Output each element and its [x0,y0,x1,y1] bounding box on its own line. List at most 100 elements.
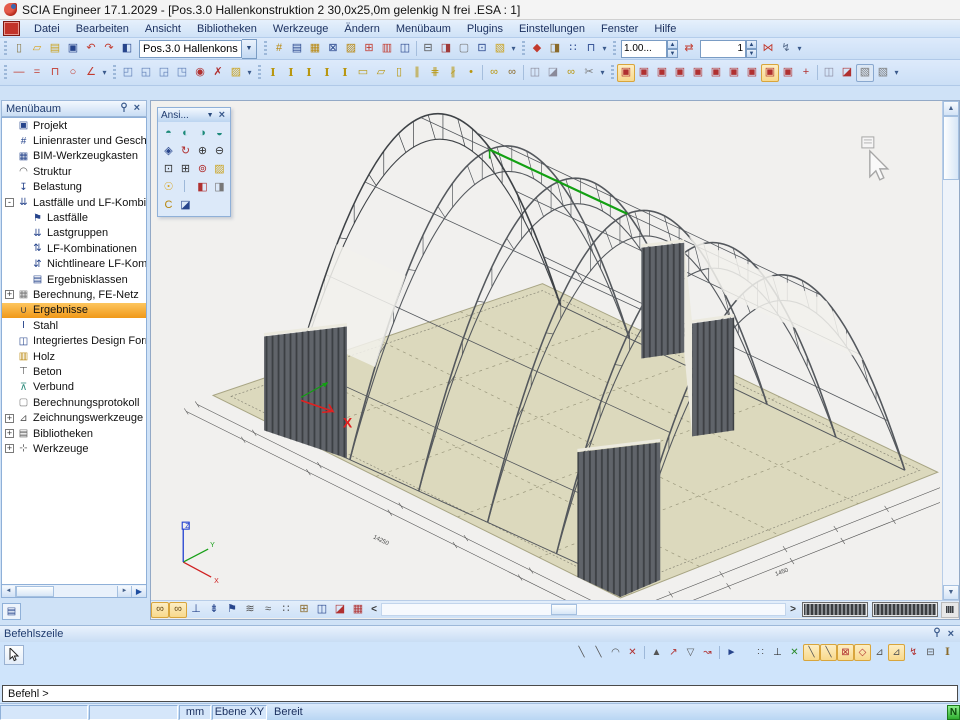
draw-circle-icon[interactable]: ○ [64,64,82,82]
tree-item-bibliotheken[interactable]: + ▤ Bibliotheken [2,426,146,441]
active-project-value[interactable]: Pos.3.0 Hallenkons [139,40,242,58]
gallery-icon[interactable]: ▧ [491,40,509,58]
tree-item-lf-kombinationen[interactable]: ⇅ LF-Kombinationen [2,241,146,256]
snap-dimension-icon[interactable]: ⊟ [922,644,939,661]
save-icon[interactable]: ▣ [64,40,82,58]
snap-tangent-icon[interactable]: ⊿ [871,644,888,661]
scroll-down-icon[interactable]: ▼ [943,585,959,600]
member-node-icon[interactable]: • [462,64,480,82]
cursor-select-icon[interactable]: ▽ [682,644,699,661]
select-nodes-icon[interactable]: ▣ [617,64,635,82]
toolbar-grip[interactable] [611,65,614,80]
fast-rendering-icon[interactable]: ∞ [151,602,169,618]
view-folder-icon[interactable]: ◪ [838,64,856,82]
ansicht-toolbar-header[interactable]: Ansi... ▼ × [158,108,230,122]
tree-item-ergebnisklassen[interactable]: ▤ Ergebnisklassen [2,272,146,287]
document-window-icon[interactable] [3,21,20,36]
minimized-window-bar[interactable] [872,602,938,617]
tree-item-linienraster[interactable]: # Linienraster und Geschos [2,133,146,148]
toolbar-grip[interactable] [613,41,616,56]
show-node-labels-icon[interactable]: ≈ [259,602,277,618]
scroll-right-icon[interactable]: ► [117,586,131,597]
scrollbar-thumb[interactable] [943,116,959,180]
select-by-layer-icon[interactable]: ▣ [725,64,743,82]
trim-icon[interactable]: ✂ [580,64,598,82]
model-canvas[interactable]: 14250 1450 [151,101,940,600]
snap-line-icon[interactable]: ╲ [573,644,590,661]
copy-properties-icon[interactable]: ◪ [544,64,562,82]
visibility-icon[interactable]: ◉ [191,64,209,82]
calculation-icon[interactable]: ⊞ [360,40,378,58]
toolbar-grip[interactable] [522,41,525,56]
tree-item-projekt[interactable]: ▣ Projekt [2,118,146,133]
binoculars-icon[interactable]: ∞ [485,64,503,82]
undo-icon[interactable]: ↶ [82,40,100,58]
cursor-point-icon[interactable]: ▲ [648,644,665,661]
view-back-icon[interactable]: ◒ [211,125,228,141]
select-labels-icon[interactable]: ▣ [689,64,707,82]
status-plane[interactable]: Ebene XY [212,705,267,720]
show-dot-grid-icon[interactable]: ∷ [277,602,295,618]
catalog-icon[interactable]: ▦ [306,40,324,58]
draw-parallel-icon[interactable]: = [28,64,46,82]
snap-polygon-icon[interactable]: ⊿ [888,644,905,661]
measure-icon[interactable]: ⊓ [582,40,600,58]
toolbar-overflow-icon[interactable]: ▾ [598,68,607,77]
view-side-icon[interactable]: ◑ [194,125,211,141]
deformation-scale-icon[interactable]: ↯ [777,40,795,58]
tree-item-stahl[interactable]: I Stahl [2,318,146,333]
spin-down-icon[interactable]: ▼ [746,49,757,58]
cursor-move-icon[interactable]: ↗ [665,644,682,661]
tree-item-nichtlineare-lf[interactable]: ⇵ Nichtlineare LF-Komb [2,257,146,272]
scrollbar-track[interactable] [943,180,959,585]
print-icon[interactable]: ⊟ [419,40,437,58]
menu-einstellungen[interactable]: Einstellungen [511,21,593,37]
scrollbar-thumb[interactable] [16,586,54,597]
find-members-icon[interactable]: ∞ [562,64,580,82]
toolbar-grip[interactable] [264,41,267,56]
new-project-icon[interactable]: ▯ [10,40,28,58]
move-icon[interactable]: ◱ [137,64,155,82]
calculator-icon[interactable]: ▢ [455,40,473,58]
mirror-icon[interactable]: ◳ [173,64,191,82]
member-parallel-icon[interactable]: ∥ [408,64,426,82]
tree-item-lastgruppen[interactable]: ⇊ Lastgruppen [2,226,146,241]
saved-views-icon[interactable]: ▨ [211,161,228,177]
snap-separator[interactable] [716,644,723,661]
snap-orthogonal-icon[interactable]: ◇ [854,644,871,661]
menu-werkzeuge[interactable]: Werkzeuge [265,21,336,37]
select-previous-icon[interactable]: ▣ [779,64,797,82]
materials-icon[interactable]: ▨ [342,40,360,58]
view-axonometric-icon[interactable]: ◈ [160,143,177,159]
show-mesh-icon[interactable]: ⊞ [295,602,313,618]
print-preview-icon[interactable]: ◨ [437,40,455,58]
snap-perpendicular-icon[interactable]: ⊥ [769,644,786,661]
pin-icon[interactable] [119,102,129,116]
pin-icon[interactable] [932,627,942,641]
redo-icon[interactable]: ↷ [100,40,118,58]
capture-view-icon[interactable]: ◧ [194,179,211,195]
paste-properties-icon[interactable]: ◫ [526,64,544,82]
activity-icon[interactable]: ◆ [528,40,546,58]
tree-expander-icon[interactable]: - [5,198,14,207]
rotate-view-icon[interactable]: ↻ [177,143,194,159]
zoom-all-icon[interactable]: ⊞ [177,161,194,177]
member-beam-icon[interactable]: I [300,64,318,82]
show-supports-icon[interactable]: ⊥ [187,602,205,618]
zoom-out-icon[interactable]: ⊖ [211,143,228,159]
blocks-folder-icon[interactable]: ▨ [227,64,245,82]
draw-rect-icon[interactable]: ⊓ [46,64,64,82]
toolbar-overflow-icon[interactable]: ▾ [245,68,254,77]
snap-grid-icon[interactable]: ∷ [752,644,769,661]
view-top-icon[interactable]: ◓ [160,125,177,141]
tree-item-beton[interactable]: ⊤ Beton [2,364,146,379]
tree-item-werkzeuge[interactable]: + ⊹ Werkzeuge [2,441,146,456]
snap-none-icon[interactable]: ✕ [624,644,641,661]
minimized-window-bar[interactable] [802,602,868,617]
select-loads-icon[interactable]: ▣ [671,64,689,82]
combo-dropdown-icon[interactable]: ▼ [242,39,257,59]
toolbar-overflow-icon[interactable]: ▾ [509,44,518,53]
tree-item-lastfaelle-lf-kombi[interactable]: - ⇊ Lastfälle und LF-Kombin. [2,195,146,210]
clip-box-icon[interactable]: C [160,197,177,213]
show-member-labels-icon[interactable]: ≋ [241,602,259,618]
